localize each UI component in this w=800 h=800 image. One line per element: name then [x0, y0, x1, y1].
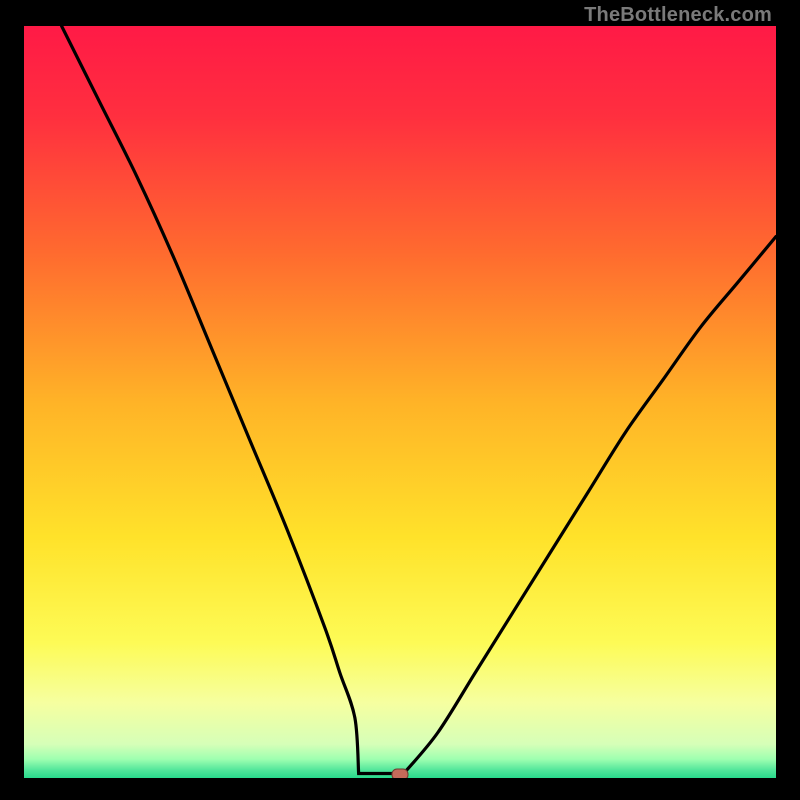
gradient-background: [24, 26, 776, 778]
bottleneck-chart: [24, 26, 776, 778]
optimal-point-marker: [392, 769, 408, 778]
watermark-text: TheBottleneck.com: [584, 4, 772, 27]
chart-frame: [24, 26, 776, 778]
